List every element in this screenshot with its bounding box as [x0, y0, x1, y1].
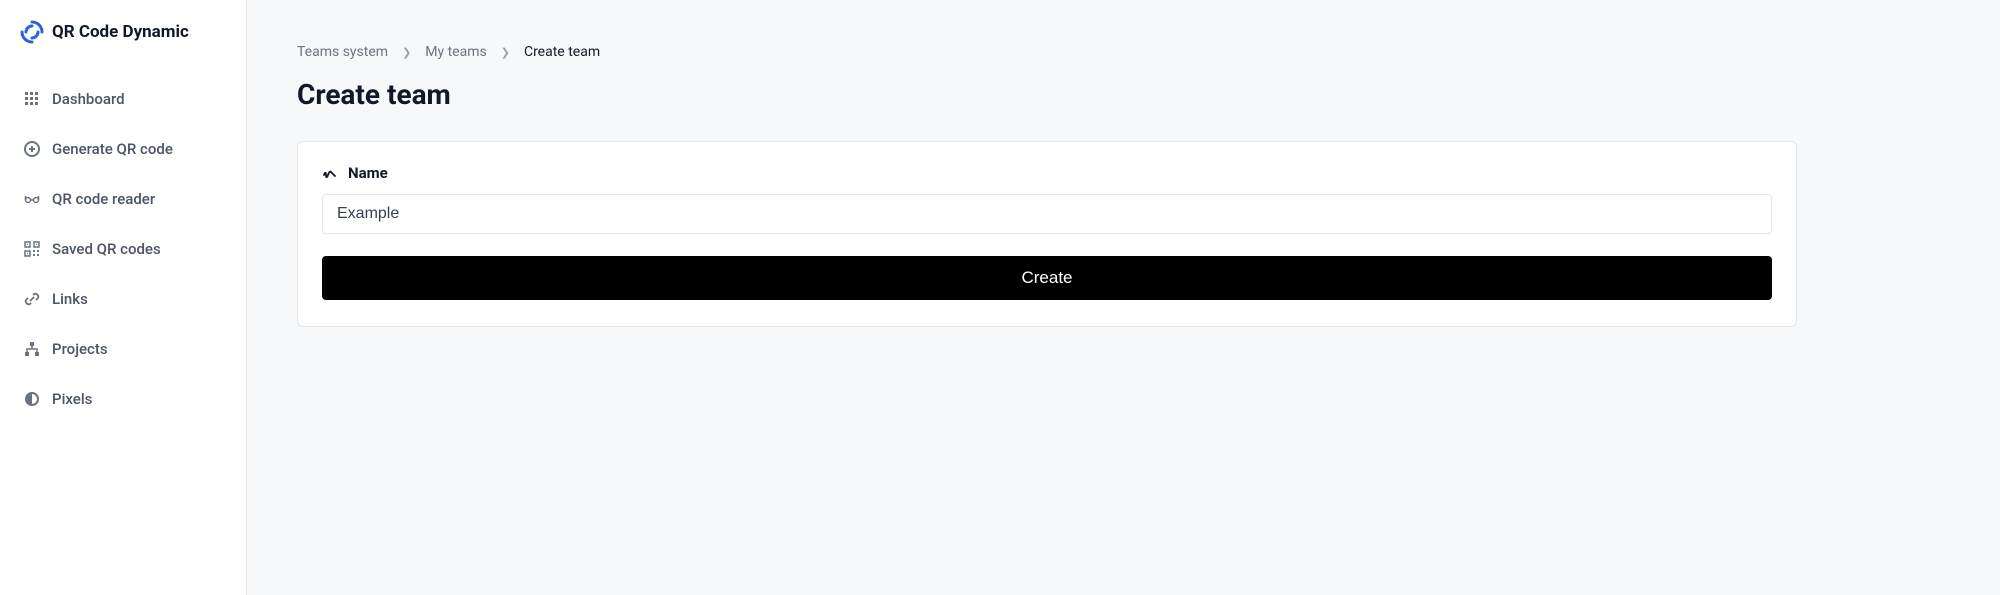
sidebar-item-qr-reader[interactable]: QR code reader: [0, 174, 246, 224]
qr-icon: [24, 241, 40, 257]
breadcrumb-current: Create team: [524, 44, 600, 60]
sidebar-item-label: QR code reader: [52, 190, 155, 208]
chevron-right-icon: ❯: [402, 46, 411, 59]
sidebar: QR Code Dynamic Dashboard Generate QR co…: [0, 0, 247, 595]
glasses-icon: [24, 191, 40, 207]
page-title: Create team: [297, 78, 1797, 111]
brand-logo-icon: [20, 20, 44, 44]
sidebar-item-saved-qr[interactable]: Saved QR codes: [0, 224, 246, 274]
link-icon: [24, 291, 40, 307]
brand-name: QR Code Dynamic: [52, 22, 189, 42]
chevron-right-icon: ❯: [501, 46, 510, 59]
sidebar-item-pixels[interactable]: Pixels: [0, 374, 246, 424]
create-team-card: Name Create: [297, 141, 1797, 327]
sidebar-item-label: Generate QR code: [52, 140, 173, 158]
brand-logo[interactable]: QR Code Dynamic: [0, 20, 246, 64]
grid-icon: [24, 91, 40, 107]
sidebar-item-dashboard[interactable]: Dashboard: [0, 74, 246, 124]
sidebar-item-label: Projects: [52, 340, 108, 358]
plus-circle-icon: [24, 141, 40, 157]
breadcrumb: Teams system ❯ My teams ❯ Create team: [297, 44, 1797, 60]
main-content: Teams system ❯ My teams ❯ Create team Cr…: [247, 0, 1847, 595]
sidebar-item-label: Links: [52, 290, 88, 308]
sidebar-item-label: Dashboard: [52, 90, 125, 108]
name-input[interactable]: [322, 194, 1772, 234]
breadcrumb-teams-system[interactable]: Teams system: [297, 44, 388, 60]
name-label: Name: [348, 164, 388, 182]
breadcrumb-my-teams[interactable]: My teams: [425, 44, 486, 60]
sidebar-item-generate-qr[interactable]: Generate QR code: [0, 124, 246, 174]
signature-icon: [322, 165, 338, 181]
nav-list: Dashboard Generate QR code QR code reade…: [0, 64, 246, 424]
create-button[interactable]: Create: [322, 256, 1772, 300]
network-icon: [24, 341, 40, 357]
name-field-label-row: Name: [322, 164, 1772, 182]
sidebar-item-label: Saved QR codes: [52, 240, 161, 258]
sidebar-item-projects[interactable]: Projects: [0, 324, 246, 374]
sidebar-item-links[interactable]: Links: [0, 274, 246, 324]
contrast-icon: [24, 391, 40, 407]
sidebar-item-label: Pixels: [52, 390, 92, 408]
